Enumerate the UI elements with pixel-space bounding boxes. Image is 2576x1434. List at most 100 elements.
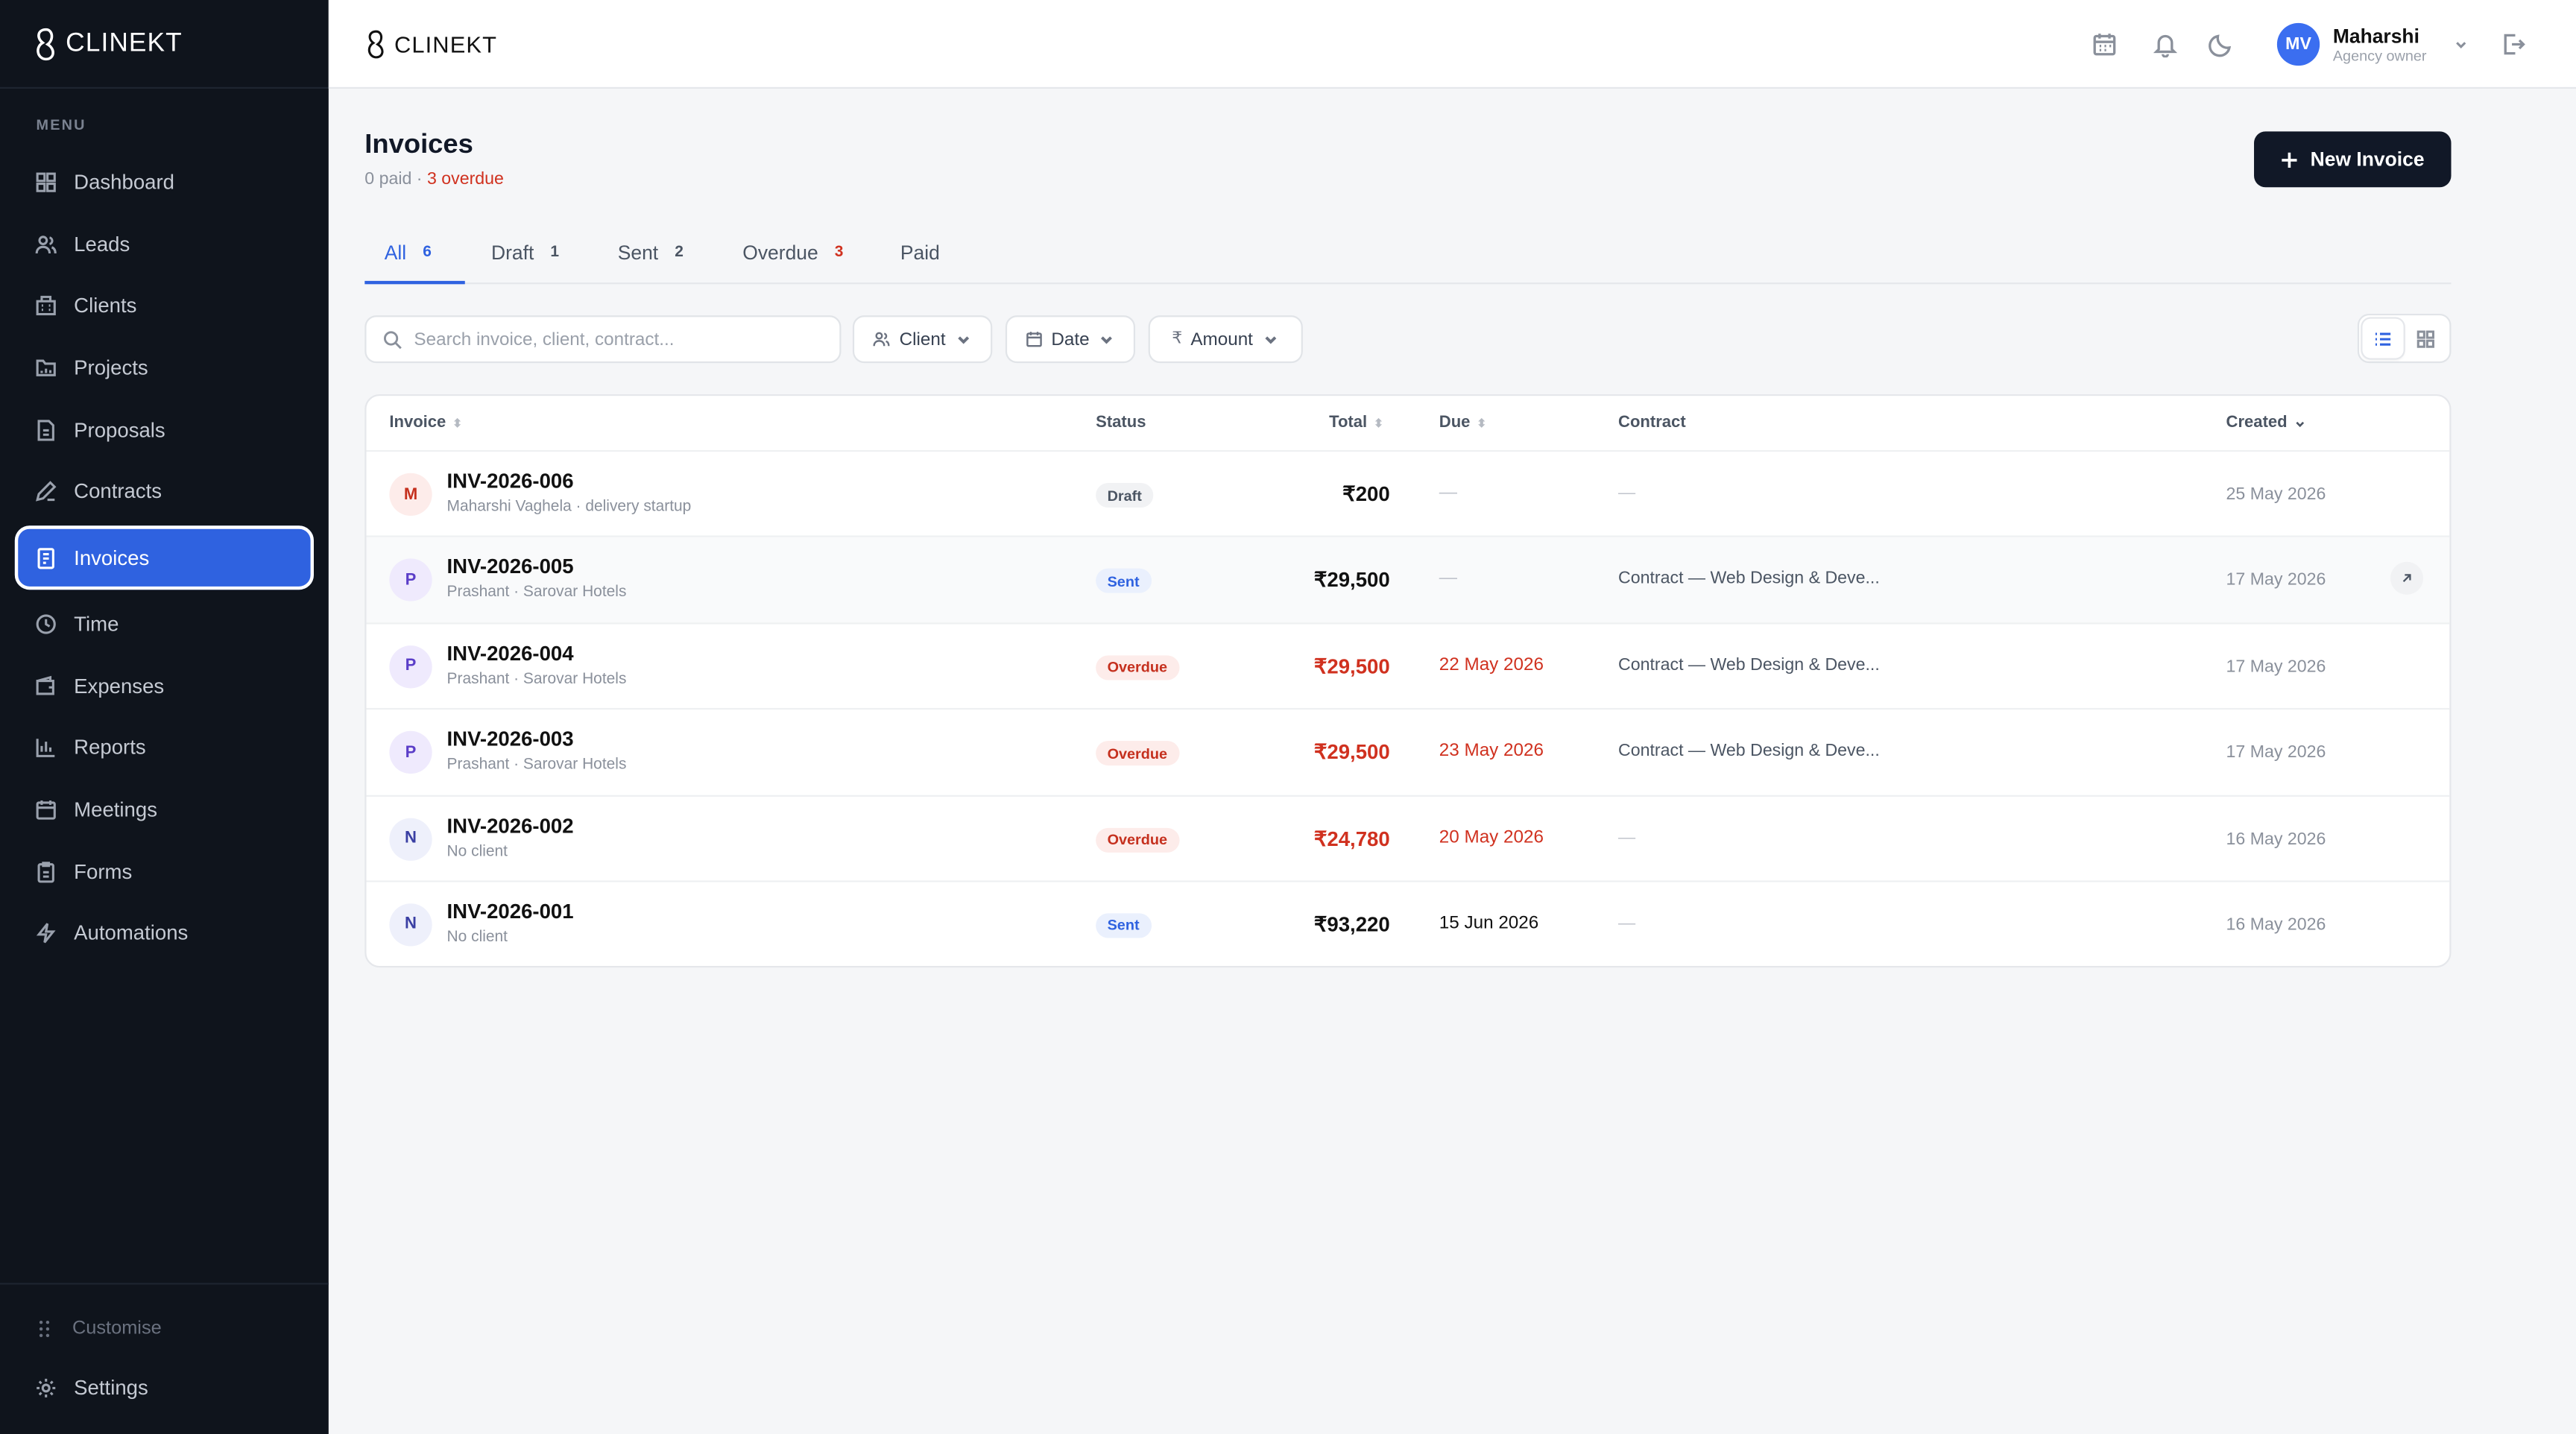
sidebar-item-label: Contracts [74, 480, 162, 504]
client-avatar: N [389, 903, 432, 947]
invoice-client: Prashant · Sarovar Hotels [446, 584, 627, 602]
moon-icon[interactable] [2208, 31, 2234, 57]
invoice-id[interactable]: INV-2026-005 [447, 556, 574, 579]
overdue-count: 3 overdue [426, 169, 504, 189]
date-filter[interactable]: Date [1005, 315, 1136, 364]
sidebar-item-meetings[interactable]: Meetings [15, 782, 314, 838]
amount-filter[interactable]: ₹ Amount [1148, 315, 1303, 364]
brand-name: CLINEKT [66, 28, 183, 57]
header-created[interactable]: Created [2226, 414, 2308, 432]
sidebar-logo[interactable]: CLINEKT [0, 0, 329, 89]
client-filter[interactable]: Client [852, 315, 993, 364]
list-icon [2375, 332, 2390, 345]
tab-overdue[interactable]: Overdue 3 [742, 230, 843, 285]
table-row[interactable]: M INV-2026-006 Maharshi Vaghela · delive… [366, 452, 2450, 538]
sidebar-item-invoices[interactable]: Invoices [14, 525, 314, 590]
subtitle-separator: · [411, 169, 427, 189]
sidebar: CLINEKT MENU Dashboard Leads Clients Pro… [0, 0, 329, 1434]
sidebar-item-settings[interactable]: Settings [15, 1360, 314, 1416]
invoice-due: — [1439, 482, 1458, 503]
sidebar-item-expenses[interactable]: Expenses [15, 658, 314, 714]
search-input[interactable] [414, 329, 809, 350]
sidebar-item-reports[interactable]: Reports [15, 720, 314, 776]
sidebar-item-time[interactable]: Time [15, 596, 314, 652]
users-icon [874, 332, 891, 347]
sidebar-item-label: Invoices [74, 546, 150, 569]
sidebar-item-label: Meetings [74, 797, 158, 821]
grid-view-button[interactable] [2406, 319, 2446, 358]
list-view-button[interactable] [2362, 318, 2403, 358]
rupee-icon: ₹ [1172, 330, 1183, 349]
status-badge: Sent [1096, 913, 1152, 938]
invoice-contract[interactable]: Contract — Web Design & Deve... [1618, 569, 1880, 588]
plus-icon [2282, 151, 2298, 167]
invoice-id[interactable]: INV-2026-003 [447, 728, 574, 751]
user-name: Maharshi [2332, 25, 2419, 48]
zap-icon [36, 923, 56, 944]
sidebar-item-projects[interactable]: Projects [15, 340, 314, 396]
header-label: Created [2226, 414, 2288, 432]
client-avatar: P [389, 645, 432, 688]
invoice-contract[interactable]: Contract — Web Design & Deve... [1618, 655, 1880, 675]
sidebar-item-label: Time [74, 612, 119, 636]
client-avatar: P [389, 731, 432, 774]
sidebar-item-automations[interactable]: Automations [15, 906, 314, 961]
calendar-icon[interactable] [2092, 31, 2118, 57]
users-icon [35, 235, 57, 253]
table-row[interactable]: P INV-2026-004 Prashant · Sarovar Hotels… [366, 624, 2450, 710]
tab-label: Draft [491, 241, 534, 265]
table-row[interactable]: N INV-2026-002 No client Overdue ₹24,780… [366, 796, 2450, 882]
sidebar-item-proposals[interactable]: Proposals [15, 402, 314, 458]
header-contract: Contract [1618, 414, 1686, 432]
invoice-contract: — [1618, 482, 1636, 503]
sidebar-item-forms[interactable]: Forms [15, 844, 314, 900]
invoice-contract[interactable]: Contract — Web Design & Deve... [1618, 741, 1880, 760]
tab-all[interactable]: All 6 [364, 230, 465, 285]
invoice-client: Maharshi Vaghela · delivery startup [446, 497, 692, 517]
grid-icon [36, 172, 56, 192]
invoice-contract: — [1618, 827, 1636, 847]
invoice-id[interactable]: INV-2026-002 [447, 814, 574, 837]
view-toggle [2357, 313, 2452, 364]
table-row[interactable]: N INV-2026-001 No client Sent ₹93,220 15… [367, 882, 2450, 966]
bar-chart-icon [36, 739, 55, 758]
invoice-total: ₹29,500 [1313, 741, 1390, 765]
sidebar-item-dashboard[interactable]: Dashboard [15, 154, 314, 210]
table-row[interactable]: P INV-2026-003 Prashant · Sarovar Hotels… [366, 710, 2450, 796]
date-filter-label: Date [1051, 329, 1090, 350]
sidebar-item-label: Automations [74, 921, 189, 945]
new-invoice-label: New Invoice [2310, 148, 2425, 171]
invoice-id[interactable]: INV-2026-001 [447, 900, 574, 923]
search-box[interactable] [364, 315, 842, 364]
invoice-total: ₹29,500 [1313, 654, 1390, 678]
invoice-id[interactable]: INV-2026-004 [447, 642, 574, 665]
user-menu[interactable]: MV Maharshi Agency owner [2276, 22, 2469, 66]
invoice-id[interactable]: INV-2026-006 [447, 470, 574, 493]
invoice-client: No client [446, 928, 508, 947]
tab-sent[interactable]: Sent 2 [618, 230, 684, 285]
sidebar-item-leads[interactable]: Leads [15, 216, 314, 272]
header-total[interactable]: Total ⬍ [1329, 414, 1383, 432]
sort-icon: ⬍ [1477, 417, 1487, 430]
header-invoice[interactable]: Invoice ⬍ [389, 414, 462, 432]
tab-draft[interactable]: Draft 1 [491, 230, 559, 285]
tab-label: Overdue [742, 241, 818, 265]
sidebar-item-label: Forms [74, 859, 133, 883]
header-due[interactable]: Due ⬍ [1439, 414, 1486, 432]
table-header: Invoice ⬍ Status Total ⬍ Due ⬍ Contract Cre… [366, 396, 2450, 452]
user-role: Agency owner [2332, 47, 2427, 64]
table-row[interactable]: P INV-2026-005 Prashant · Sarovar Hotels… [366, 537, 2450, 625]
open-invoice-button[interactable] [2390, 562, 2424, 596]
invoice-due: — [1439, 569, 1458, 589]
customise-button[interactable]: Customise [0, 1301, 329, 1357]
client-avatar: P [389, 559, 432, 602]
customise-label: Customise [72, 1318, 162, 1339]
logout-icon[interactable] [2501, 31, 2527, 57]
bell-icon[interactable] [2152, 31, 2178, 58]
sidebar-item-label: Reports [74, 736, 146, 759]
sidebar-item-clients[interactable]: Clients [15, 278, 314, 334]
new-invoice-button[interactable]: New Invoice [2254, 131, 2452, 188]
tab-count: 3 [834, 243, 844, 262]
sidebar-item-contracts[interactable]: Contracts [15, 464, 314, 519]
tab-paid[interactable]: Paid [900, 230, 940, 285]
